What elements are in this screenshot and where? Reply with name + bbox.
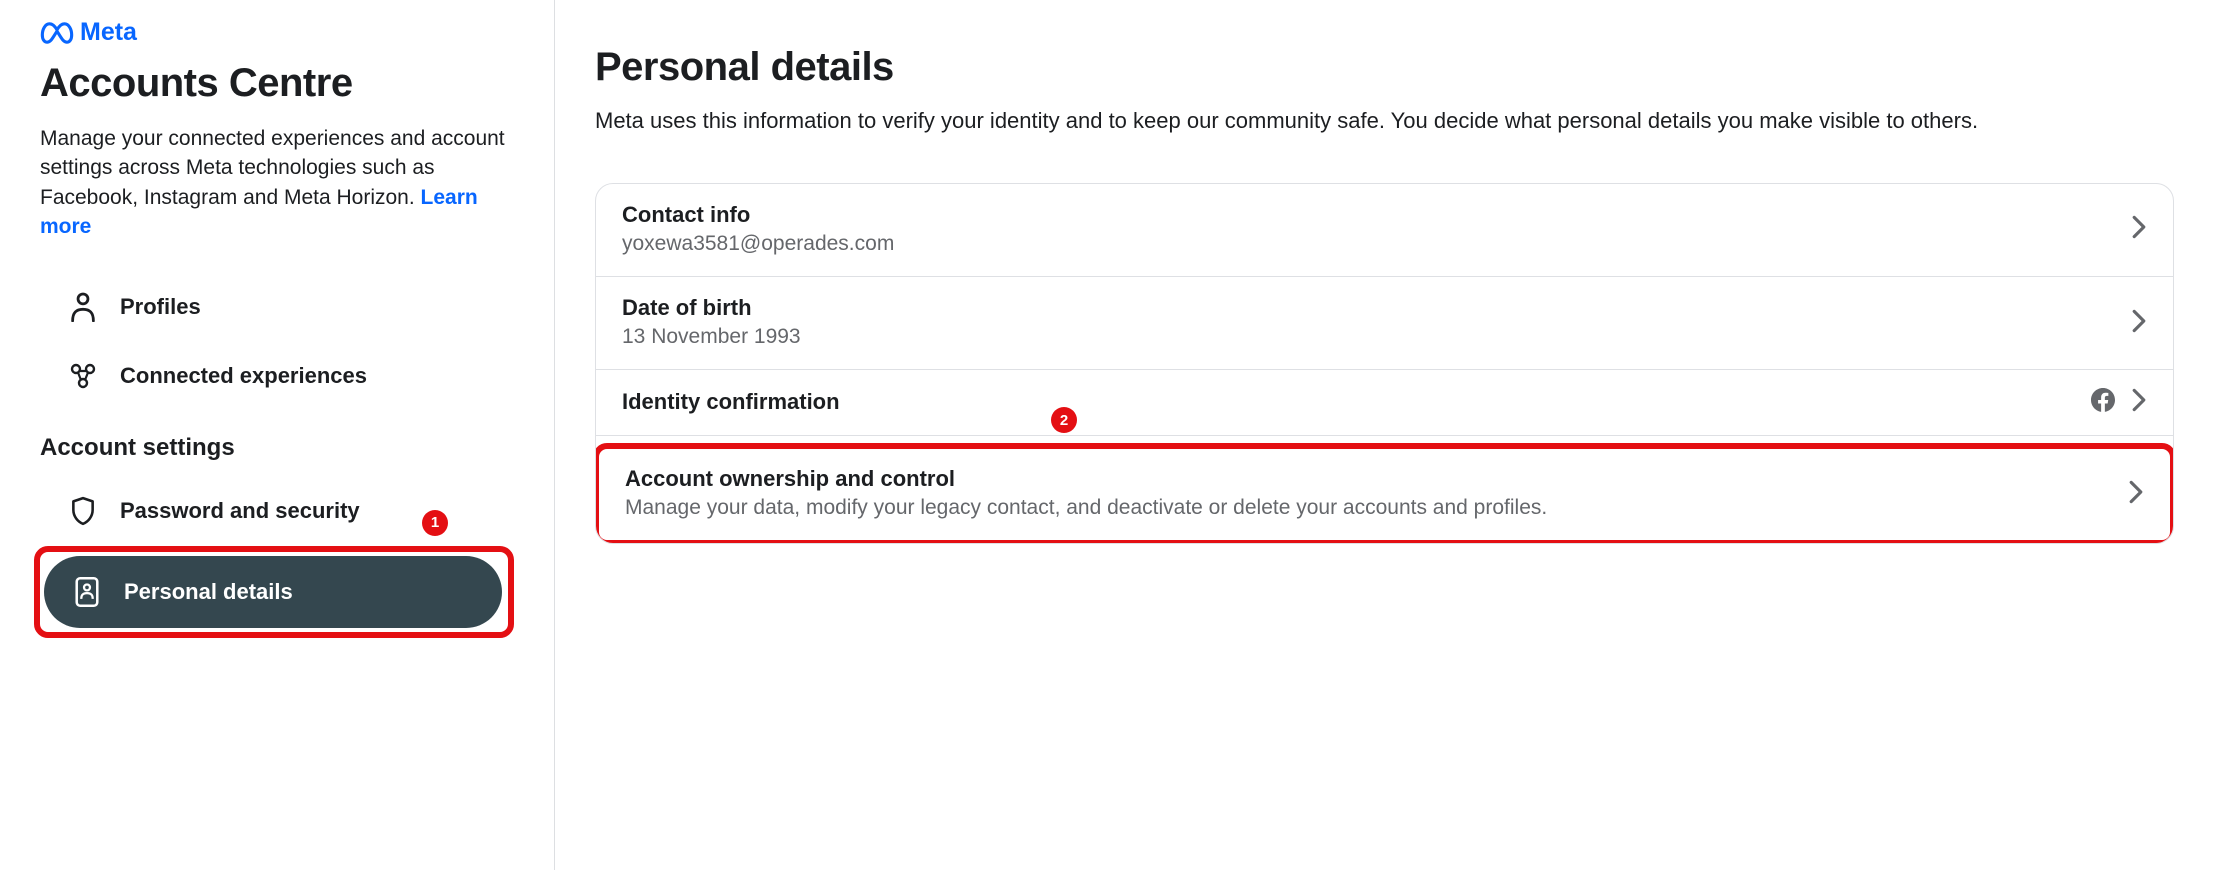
chevron-right-icon <box>2131 309 2147 338</box>
id-card-icon <box>72 576 102 608</box>
chevron-right-icon <box>2131 215 2147 244</box>
connected-icon <box>68 362 98 390</box>
nav-label: Connected experiences <box>120 363 367 389</box>
account-settings-heading: Account settings <box>40 434 514 462</box>
item-title: Contact info <box>622 202 2111 228</box>
nav-list: Profiles Connected experiences <box>40 272 514 410</box>
meta-infinity-icon <box>40 22 74 44</box>
nav-item-personal-details[interactable]: Personal details <box>44 556 502 628</box>
settings-item-identity-confirmation[interactable]: Identity confirmation <box>596 370 2173 436</box>
nav-label: Personal details <box>124 579 293 605</box>
settings-item-contact-info[interactable]: Contact info yoxewa3581@operades.com <box>596 184 2173 277</box>
facebook-icon <box>2091 388 2115 417</box>
sidebar-title: Accounts Centre <box>40 61 514 106</box>
item-subtitle: Manage your data, modify your legacy con… <box>625 494 2108 522</box>
item-subtitle: yoxewa3581@operades.com <box>622 230 2111 258</box>
chevron-right-icon <box>2131 388 2147 417</box>
annotation-outline-2: 2 Account ownership and control Manage y… <box>595 443 2174 543</box>
settings-item-account-ownership[interactable]: Account ownership and control Manage you… <box>602 452 2167 536</box>
meta-logo-text: Meta <box>80 18 137 47</box>
item-subtitle: 13 November 1993 <box>622 323 2111 351</box>
page-description: Meta uses this information to verify you… <box>595 106 2174 137</box>
nav-item-profiles[interactable]: Profiles <box>40 272 514 342</box>
nav-label: Password and security <box>120 498 360 524</box>
nav-label: Profiles <box>120 294 201 320</box>
nav-item-connected[interactable]: Connected experiences <box>40 342 514 410</box>
account-settings-list: Password and security <box>40 476 514 546</box>
annotation-badge-1: 1 <box>422 510 448 536</box>
sidebar: Meta Accounts Centre Manage your connect… <box>0 0 555 870</box>
settings-item-date-of-birth[interactable]: Date of birth 13 November 1993 <box>596 277 2173 370</box>
item-title: Date of birth <box>622 295 2111 321</box>
page-title: Personal details <box>595 45 2174 90</box>
main-content: Personal details Meta uses this informat… <box>555 0 2214 870</box>
shield-icon <box>68 496 98 526</box>
meta-logo[interactable]: Meta <box>40 18 137 47</box>
sidebar-description: Manage your connected experiences and ac… <box>40 124 514 242</box>
chevron-right-icon <box>2128 480 2144 509</box>
item-title: Account ownership and control <box>625 466 2108 492</box>
annotation-outline-1: 1 Personal details <box>34 546 514 638</box>
item-title: Identity confirmation <box>622 389 2071 415</box>
settings-list: Contact info yoxewa3581@operades.com Dat… <box>595 183 2174 544</box>
person-icon <box>68 292 98 322</box>
nav-item-password-security[interactable]: Password and security <box>40 476 514 546</box>
